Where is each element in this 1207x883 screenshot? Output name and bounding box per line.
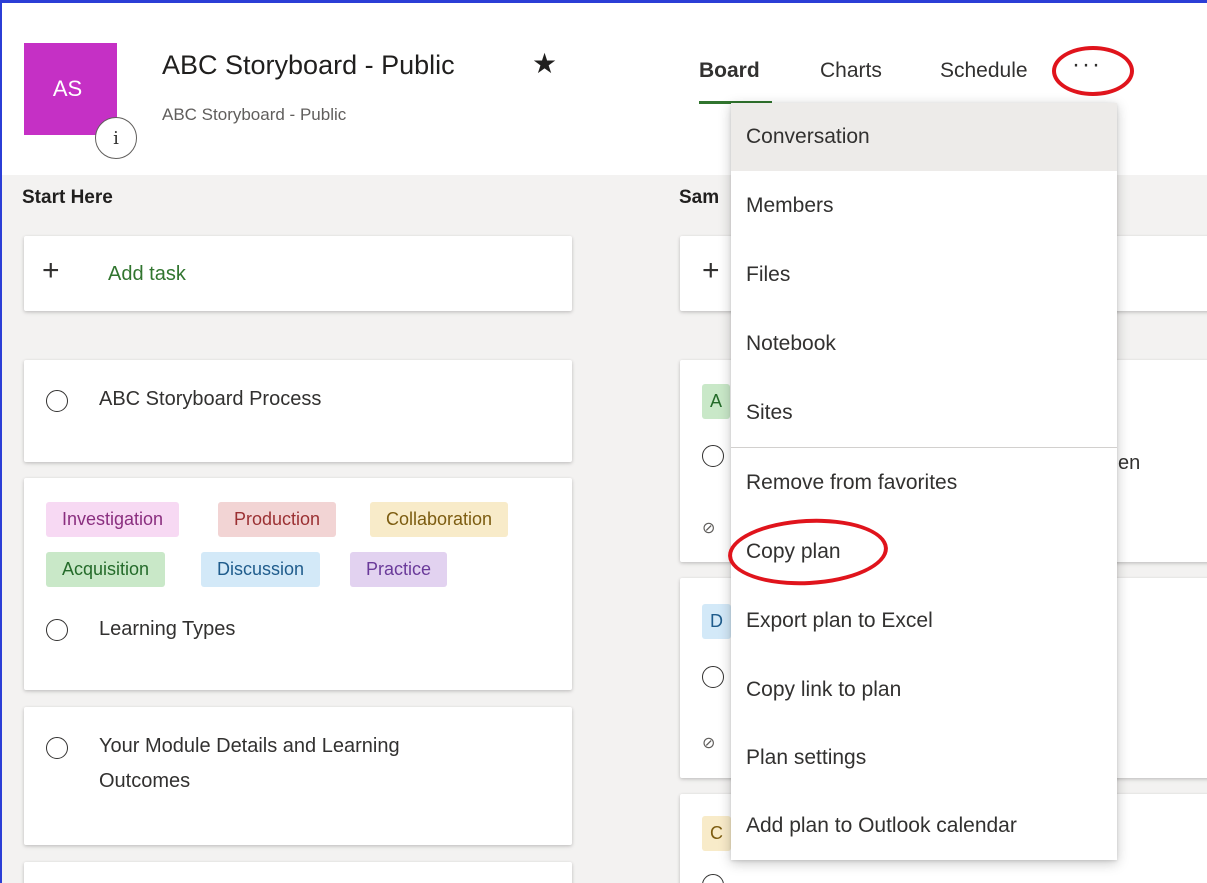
- add-task-label: Add task: [108, 263, 186, 285]
- label-tag-discussion: Discussion: [201, 552, 321, 587]
- info-icon-glyph: i: [113, 127, 119, 149]
- task-title: Your Module Details and Learning: [99, 735, 400, 757]
- avatar-initials: AS: [52, 76, 83, 101]
- plus-icon: +: [702, 254, 720, 287]
- label-tag-production: Production: [218, 502, 337, 537]
- label-tag-partial: D: [702, 604, 731, 639]
- label-tag-acquisition: Acquisition: [46, 552, 166, 587]
- menu-divider: [731, 447, 1117, 448]
- complete-task-checkbox[interactable]: [46, 390, 68, 412]
- menu-item-remove-from-favorites[interactable]: Remove from favorites: [731, 449, 1117, 517]
- tab-charts[interactable]: Charts: [820, 59, 882, 83]
- complete-task-checkbox[interactable]: [46, 737, 68, 759]
- task-card[interactable]: [24, 862, 572, 883]
- favorite-star-icon[interactable]: ★: [532, 47, 557, 80]
- plan-subtitle: ABC Storyboard - Public: [162, 105, 347, 124]
- task-card[interactable]: Investigation Production Collaboration A…: [24, 478, 572, 690]
- tab-schedule[interactable]: Schedule: [940, 59, 1028, 83]
- menu-item-add-to-outlook[interactable]: Add plan to Outlook calendar: [731, 792, 1117, 860]
- info-icon[interactable]: i: [95, 117, 137, 159]
- task-title-partial: en: [1118, 452, 1141, 474]
- label-tag-practice: Practice: [350, 552, 448, 587]
- task-title: Learning Types: [99, 618, 236, 640]
- plus-icon: +: [42, 254, 60, 287]
- task-card[interactable]: Your Module Details and Learning Outcome…: [24, 707, 572, 845]
- bucket-title-partial: Sam: [679, 187, 720, 208]
- task-title: ABC Storyboard Process: [99, 388, 322, 410]
- label-tag-investigation: Investigation: [46, 502, 180, 537]
- task-card[interactable]: ABC Storyboard Process: [24, 360, 572, 462]
- bucket-title-start-here: Start Here: [22, 187, 113, 208]
- complete-task-checkbox[interactable]: [702, 445, 724, 467]
- menu-item-sites[interactable]: Sites: [731, 379, 1117, 447]
- annotation-circle-more: [1052, 46, 1134, 96]
- checklist-icon: ⊘: [702, 735, 716, 752]
- label-tag-partial: C: [702, 816, 731, 851]
- task-title-line2: Outcomes: [99, 770, 191, 792]
- complete-task-checkbox[interactable]: [702, 874, 724, 883]
- menu-item-plan-settings[interactable]: Plan settings: [731, 724, 1117, 792]
- menu-item-conversation[interactable]: Conversation: [731, 103, 1117, 171]
- menu-item-files[interactable]: Files: [731, 241, 1117, 309]
- more-options-menu: Conversation Members Files Notebook Site…: [731, 103, 1117, 860]
- add-task-button[interactable]: + Add task: [24, 236, 572, 311]
- label-tag-partial: A: [702, 384, 731, 419]
- checklist-icon: ⊘: [702, 520, 716, 537]
- plan-title: ABC Storyboard - Public: [162, 50, 455, 80]
- tab-board[interactable]: Board: [699, 59, 760, 83]
- label-tag-collaboration: Collaboration: [370, 502, 509, 537]
- menu-item-members[interactable]: Members: [731, 172, 1117, 240]
- menu-item-export-to-excel[interactable]: Export plan to Excel: [731, 587, 1117, 655]
- menu-item-copy-link[interactable]: Copy link to plan: [731, 656, 1117, 724]
- complete-task-checkbox[interactable]: [702, 666, 724, 688]
- menu-item-notebook[interactable]: Notebook: [731, 310, 1117, 378]
- complete-task-checkbox[interactable]: [46, 619, 68, 641]
